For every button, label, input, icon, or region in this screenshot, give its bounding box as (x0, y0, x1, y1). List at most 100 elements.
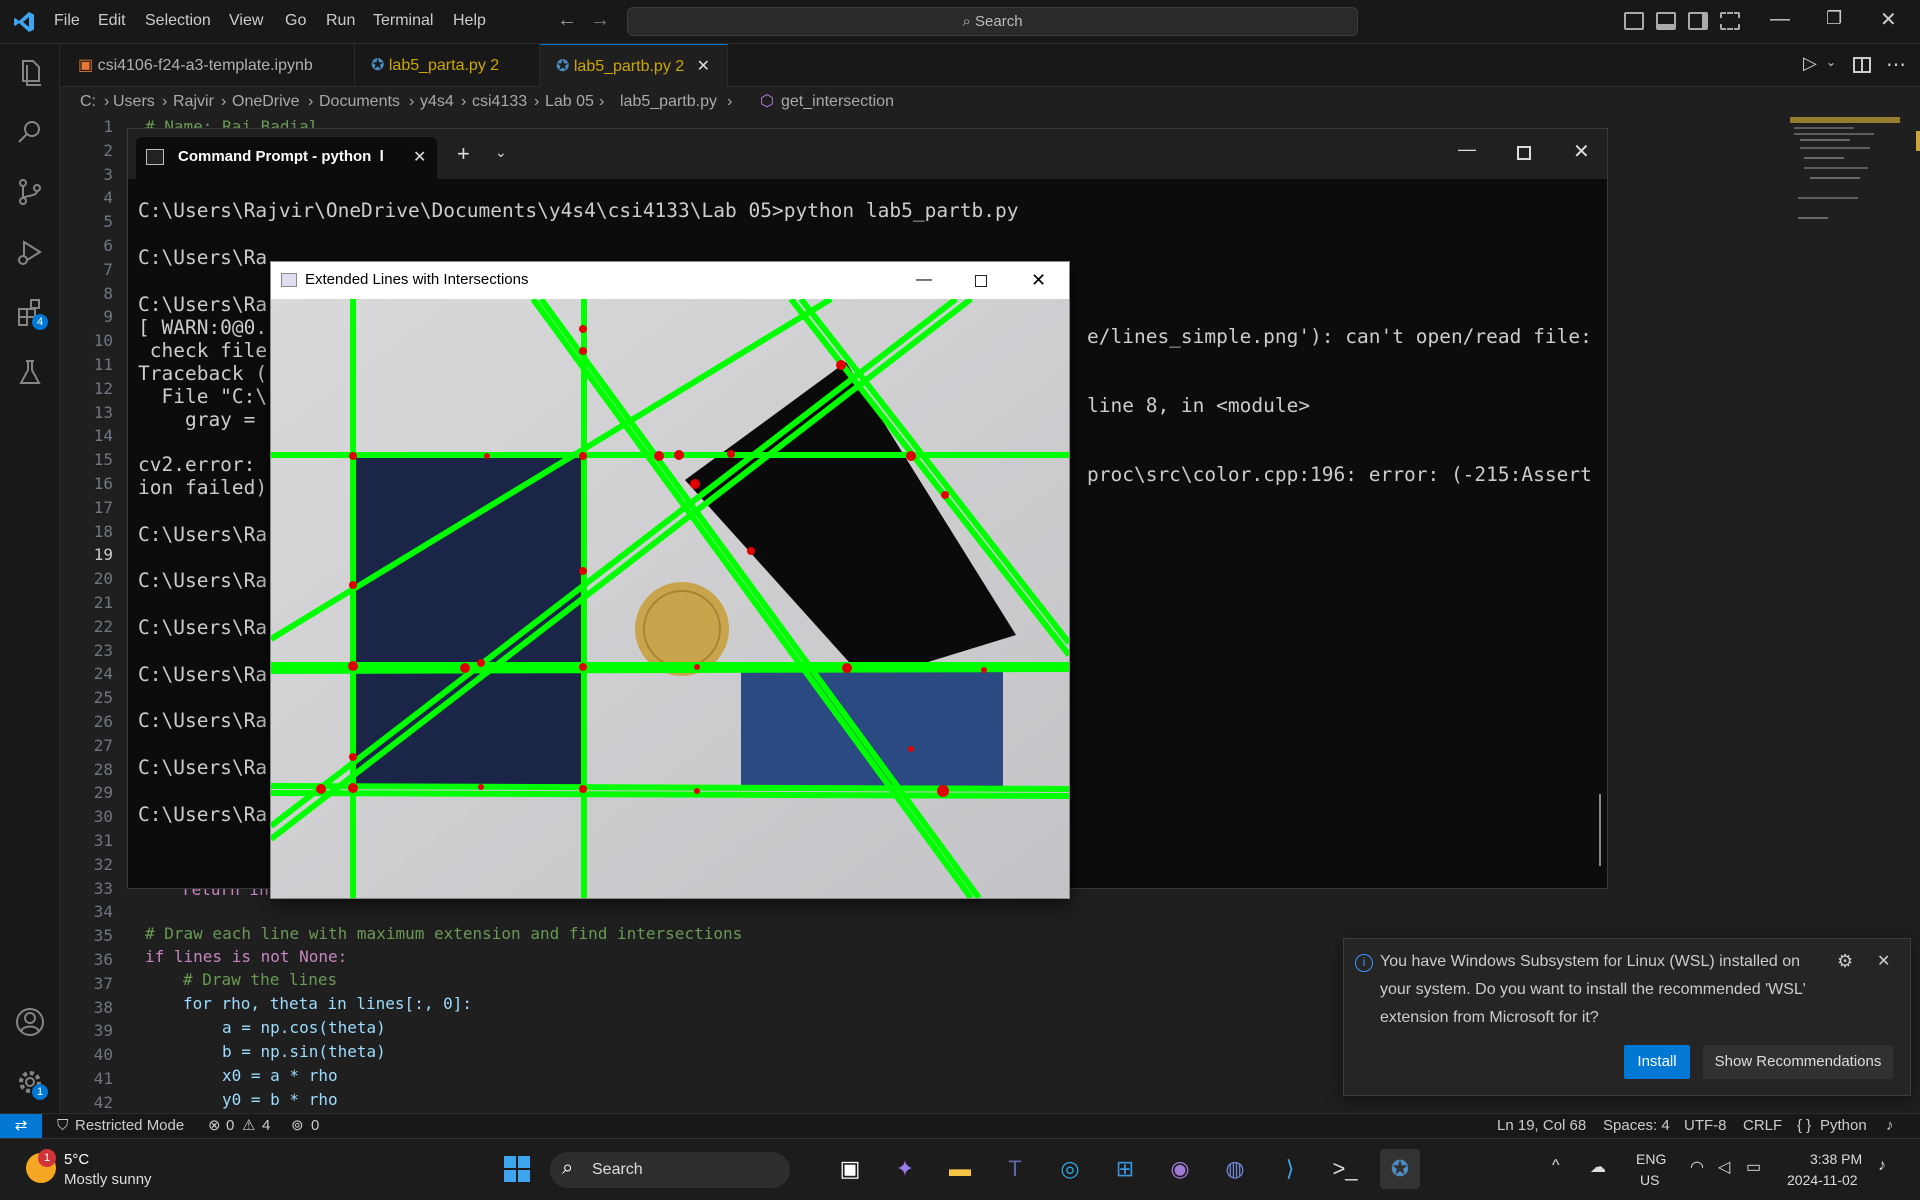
search-icon[interactable] (14, 116, 46, 148)
line-number: 23 (93, 640, 113, 660)
breadcrumb-item[interactable]: Rajvir (173, 87, 214, 117)
line-ending[interactable]: CRLF (1743, 1114, 1782, 1138)
battery-icon[interactable]: ▭ (1746, 1157, 1761, 1177)
chevron-up-icon[interactable]: ^ (1552, 1157, 1560, 1175)
breadcrumb-item[interactable]: Users (113, 87, 155, 117)
tab-lab5-partb[interactable]: ✪ lab5_partb.py 2 ✕ (540, 44, 728, 87)
terminal-taskbar-icon[interactable]: >_ (1325, 1149, 1365, 1189)
chevron-down-icon[interactable]: ⌄ (495, 144, 507, 161)
minimize-icon[interactable]: — (1458, 139, 1476, 160)
more-actions-icon[interactable]: ⋯ (1886, 52, 1906, 77)
breadcrumb-item[interactable]: get_intersection (781, 87, 894, 117)
source-control-icon[interactable] (14, 176, 46, 208)
menu-help[interactable]: Help (453, 12, 486, 30)
menu-terminal[interactable]: Terminal (373, 12, 433, 30)
start-windows-icon[interactable] (497, 1149, 537, 1189)
line-number: 22 (93, 616, 113, 636)
new-tab-icon[interactable]: + (457, 141, 470, 167)
breadcrumb-item[interactable]: Lab 05 (545, 87, 594, 117)
menu-go[interactable]: Go (285, 12, 306, 30)
back-arrow-icon[interactable]: ← (557, 9, 577, 32)
account-icon[interactable] (14, 1006, 46, 1038)
cursor-position[interactable]: Ln 19, Col 68 (1497, 1114, 1586, 1138)
toggle-sidebar-icon[interactable] (1624, 12, 1644, 30)
breadcrumb-item[interactable]: C: (80, 87, 96, 117)
copilot-icon[interactable]: ✦ (885, 1149, 925, 1189)
manage-gear-icon[interactable]: 1 (14, 1066, 48, 1100)
close-tab-icon[interactable]: ✕ (697, 58, 710, 75)
minimize-icon[interactable]: — (916, 262, 932, 298)
breadcrumb-item[interactable]: y4s4 (420, 87, 454, 117)
minimap[interactable] (1790, 117, 1900, 237)
discord-icon[interactable]: ◍ (1215, 1149, 1255, 1189)
file-explorer-icon[interactable]: ▬ (940, 1149, 980, 1189)
testing-flask-icon[interactable] (14, 356, 46, 388)
terminal-tab[interactable]: Command Prompt - python l ✕ (136, 137, 437, 179)
tab-lab5-parta[interactable]: ✪ lab5_parta.py 2 (355, 44, 540, 87)
restricted-mode[interactable]: Restricted Mode (75, 1114, 184, 1138)
onedrive-icon[interactable]: ☁ (1590, 1157, 1606, 1177)
maximize-icon[interactable] (1517, 146, 1531, 160)
close-tab-icon[interactable]: ✕ (413, 147, 426, 167)
clock-time[interactable]: 3:38 PM (1810, 1151, 1862, 1167)
encoding[interactable]: UTF-8 (1684, 1114, 1727, 1138)
edge-icon[interactable]: ◎ (1050, 1149, 1090, 1189)
volume-icon[interactable]: ◁ (1718, 1157, 1730, 1177)
breadcrumb-item[interactable]: OneDrive (232, 87, 300, 117)
show-recommendations-button[interactable]: Show Recommendations (1703, 1045, 1893, 1079)
close-window-icon[interactable]: ✕ (1031, 262, 1046, 298)
toggle-secondary-sidebar-icon[interactable] (1688, 12, 1708, 30)
python-taskbar-icon[interactable]: ✪ (1380, 1149, 1420, 1189)
notifications-bell-icon[interactable]: ♪ (1878, 1157, 1886, 1175)
explorer-icon[interactable] (14, 56, 46, 88)
breadcrumb-item[interactable]: Documents (319, 87, 400, 117)
run-file-icon[interactable]: ▷ (1803, 53, 1817, 74)
restore-icon[interactable]: ❐ (1826, 8, 1842, 29)
notifications-bell-icon[interactable]: ♪ (1886, 1114, 1894, 1138)
tab-notebook[interactable]: ▣ csi4106-f24-a3-template.ipynb (60, 44, 355, 87)
line-number: 12 (93, 378, 113, 398)
toggle-panel-icon[interactable] (1656, 12, 1676, 30)
customize-layout-icon[interactable] (1720, 12, 1740, 30)
indentation[interactable]: Spaces: 4 (1603, 1114, 1670, 1138)
menu-selection[interactable]: Selection (145, 12, 211, 30)
command-center-search[interactable]: ⌕ Search (627, 7, 1358, 36)
forward-arrow-icon[interactable]: → (590, 9, 610, 32)
install-button[interactable]: Install (1624, 1045, 1690, 1079)
split-editor-icon[interactable] (1853, 57, 1871, 73)
menu-view[interactable]: View (229, 12, 263, 30)
maximize-icon[interactable] (975, 275, 987, 287)
terminal-scrollbar[interactable] (1599, 794, 1601, 866)
weather-desc[interactable]: Mostly sunny (64, 1171, 152, 1188)
weather-temp[interactable]: 5°C (64, 1151, 89, 1168)
menu-run[interactable]: Run (326, 12, 355, 30)
github-icon[interactable]: ◉ (1160, 1149, 1200, 1189)
terminal-line: C:\Users\Ra (138, 756, 268, 779)
menu-file[interactable]: File (54, 12, 80, 30)
opencv-image-window[interactable]: Extended Lines with Intersections — ✕ (270, 261, 1070, 899)
close-window-icon[interactable]: ✕ (1573, 139, 1590, 164)
chevron-right-icon: › (162, 93, 168, 110)
run-debug-icon[interactable] (14, 236, 46, 268)
language-mode[interactable]: Python (1820, 1114, 1867, 1138)
menu-edit[interactable]: Edit (98, 12, 126, 30)
task-view-icon[interactable]: ▣ (830, 1149, 870, 1189)
gear-icon[interactable]: ⚙ (1837, 951, 1853, 972)
taskbar-search[interactable]: ⌕ Search (550, 1152, 790, 1188)
line-number: 17 (93, 497, 113, 517)
breadcrumb-item[interactable]: csi4133 (472, 87, 527, 117)
close-icon[interactable]: ✕ (1877, 951, 1890, 971)
clock-date[interactable]: 2024-11-02 (1787, 1172, 1858, 1188)
remote-indicator-icon[interactable]: ⇄ (0, 1114, 42, 1138)
language-indicator[interactable]: ENG (1636, 1151, 1666, 1167)
teams-icon[interactable]: T (995, 1149, 1035, 1189)
breadcrumb-item[interactable]: lab5_partb.py (620, 87, 717, 117)
close-window-icon[interactable]: ✕ (1880, 7, 1897, 32)
wifi-icon[interactable]: ◠ (1690, 1157, 1704, 1177)
minimize-icon[interactable]: — (1770, 8, 1790, 31)
chevron-down-icon[interactable]: ⌄ (1826, 55, 1836, 69)
extensions-icon[interactable]: 4 (14, 296, 48, 330)
terminal-line: line 8, in <module> (1087, 394, 1311, 417)
vscode-taskbar-icon[interactable]: ⟩ (1270, 1149, 1310, 1189)
store-icon[interactable]: ⊞ (1105, 1149, 1145, 1189)
